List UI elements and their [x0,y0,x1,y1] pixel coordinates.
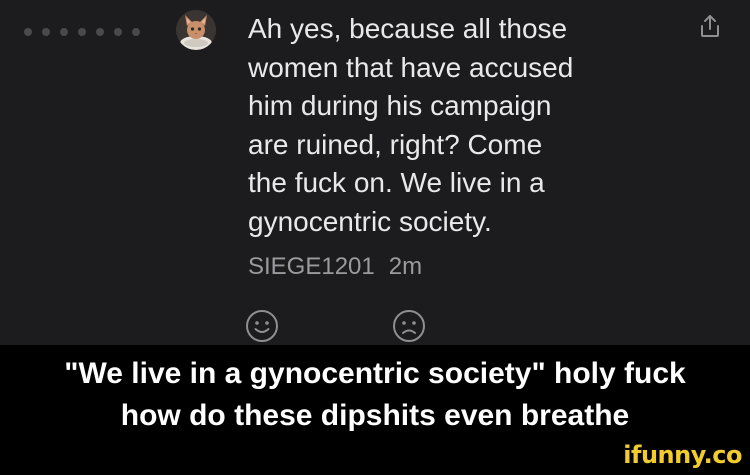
frowny-face-icon[interactable] [392,309,426,343]
thread-dot [114,28,122,36]
cat-avatar-icon [176,10,216,50]
ifunny-watermark: ifunny.co [623,441,742,469]
comment-meta: SIEGE1201 2m [248,253,422,281]
user-avatar[interactable] [176,10,216,50]
meme-caption: "We live in a gynocentric society" holy … [64,357,686,432]
smiley-face-icon[interactable] [245,309,279,343]
comment-panel: Ah yes, because all those women that hav… [0,0,750,345]
comment-timestamp: 2m [388,253,423,280]
thread-dot [42,28,50,36]
thread-dot [96,28,104,36]
thread-depth-indicator [24,28,140,36]
thread-dot [132,28,140,36]
thread-dot [78,28,86,36]
comment-username[interactable]: SIEGE1201 [248,253,375,281]
thread-dot [60,28,68,36]
share-icon[interactable] [699,14,721,38]
thread-dot [24,28,32,36]
comment-body: Ah yes, because all those women that hav… [248,13,574,237]
